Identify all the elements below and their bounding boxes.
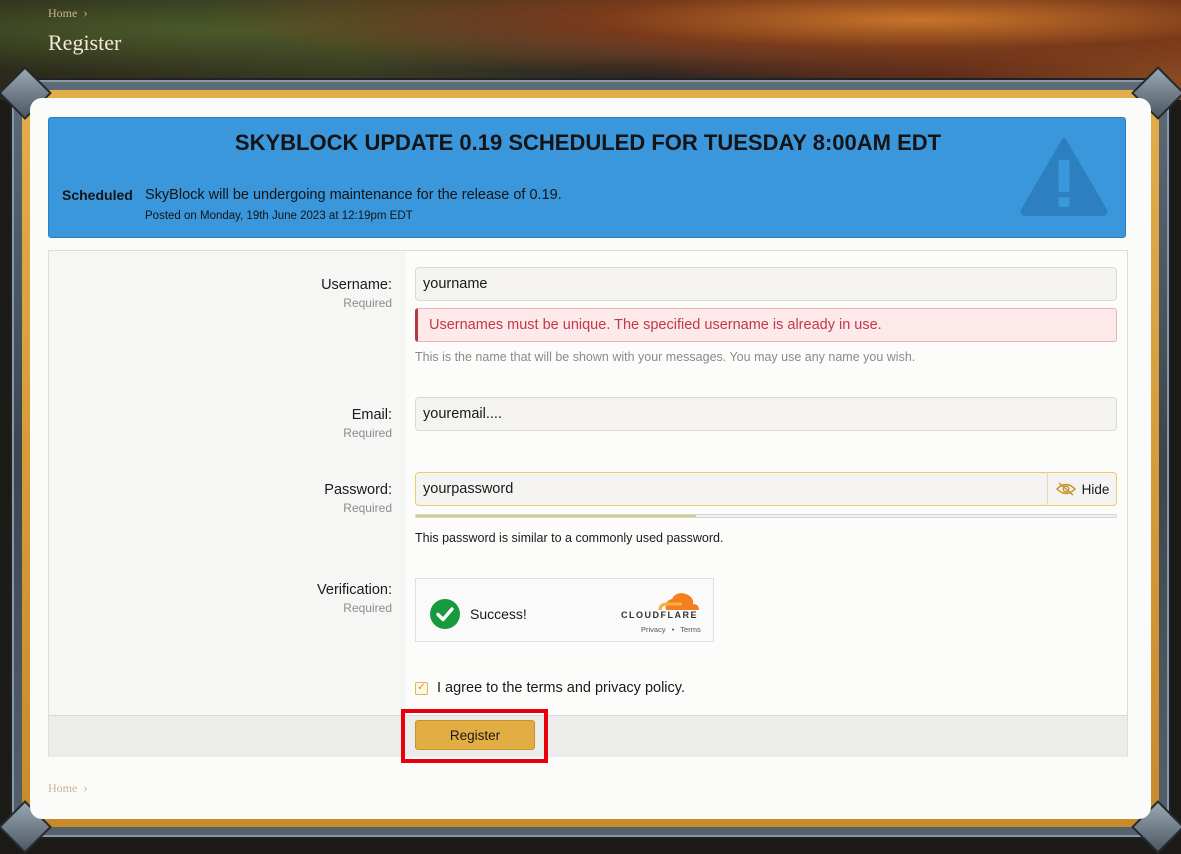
highlight-box	[401, 709, 548, 763]
notice-message: SkyBlock will be undergoing maintenance …	[145, 187, 562, 203]
agree-prefix: I agree to the	[437, 680, 527, 696]
chevron-right-icon: ›	[83, 780, 88, 795]
privacy-policy-link[interactable]: privacy policy	[595, 680, 681, 696]
notice-tag: Scheduled	[62, 187, 133, 203]
password-label: Password:	[324, 482, 392, 498]
breadcrumb-top[interactable]: Home ›	[48, 5, 88, 21]
password-strength-meter	[415, 514, 1117, 518]
email-label: Email:	[351, 407, 392, 423]
breadcrumb-bottom-home-link[interactable]: Home	[48, 781, 77, 795]
warning-icon	[1020, 138, 1108, 216]
captcha-links: Privacy • Terms	[641, 625, 701, 634]
verification-label: Verification:	[317, 582, 392, 598]
breadcrumb-bottom[interactable]: Home ›	[48, 780, 88, 796]
password-toggle-button[interactable]: Hide	[1047, 472, 1117, 506]
checkmark-icon: ✓	[417, 682, 426, 693]
captcha-status: Success!	[470, 606, 527, 622]
breadcrumb-home-link[interactable]: Home	[48, 6, 77, 20]
page-title: Register	[48, 30, 122, 55]
register-form: Username: Required yourname Usernames mu…	[48, 250, 1128, 757]
terms-link[interactable]: terms	[526, 680, 562, 696]
username-label: Username:	[321, 277, 392, 293]
chevron-right-icon: ›	[83, 5, 88, 20]
agree-and: and	[562, 680, 595, 696]
notice-title: SKYBLOCK UPDATE 0.19 SCHEDULED FOR TUESD…	[234, 130, 942, 155]
captcha-link-separator: •	[671, 625, 675, 634]
email-input[interactable]: youremail....	[415, 397, 1117, 431]
captcha-privacy-link[interactable]: Privacy	[641, 625, 666, 634]
cloudflare-captcha[interactable]: Success! CLOUDFLARE Privacy • Terms	[415, 578, 714, 642]
password-strength-fill	[416, 515, 696, 517]
agree-terms: ✓ I agree to the terms and privacy polic…	[415, 680, 685, 696]
verification-required: Required	[343, 601, 392, 615]
agree-checkbox[interactable]: ✓	[415, 681, 428, 695]
password-toggle-label: Hide	[1081, 481, 1110, 497]
captcha-terms-link[interactable]: Terms	[680, 625, 700, 634]
success-check-icon	[430, 599, 460, 629]
agree-text: I agree to the terms and privacy policy.	[437, 680, 685, 696]
password-required: Required	[343, 501, 392, 515]
username-required: Required	[343, 296, 392, 310]
notice-posted-date: Posted on Monday, 19th June 2023 at 12:1…	[145, 210, 413, 222]
cloudflare-cloud-icon	[658, 593, 699, 611]
username-hint: This is the name that will be shown with…	[415, 350, 916, 364]
maintenance-notice: SKYBLOCK UPDATE 0.19 SCHEDULED FOR TUESD…	[48, 117, 1126, 238]
username-error: Usernames must be unique. The specified …	[415, 308, 1117, 342]
form-footer	[49, 715, 1127, 757]
email-required: Required	[343, 426, 392, 440]
username-input[interactable]: yourname	[415, 267, 1117, 301]
agree-suffix: .	[680, 680, 685, 696]
eye-slash-icon	[1055, 482, 1076, 496]
password-input[interactable]: yourpassword	[415, 472, 1117, 506]
password-strength-message: This password is similar to a commonly u…	[415, 531, 724, 545]
cloudflare-wordmark: CLOUDFLARE	[621, 610, 698, 620]
